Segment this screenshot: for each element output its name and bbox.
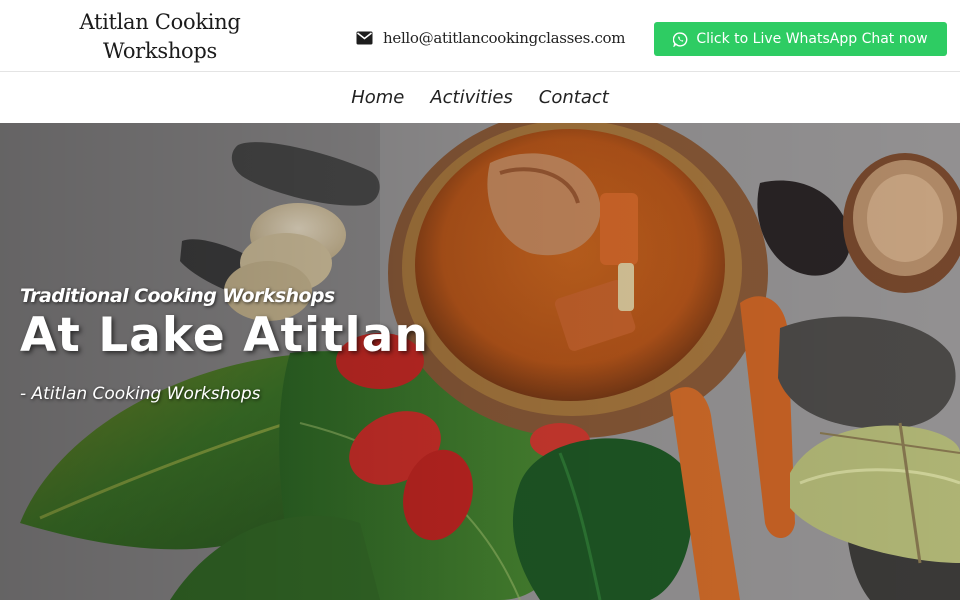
site-logo[interactable]: Atitlan Cooking Workshops (60, 8, 260, 66)
nav-item-contact[interactable]: Contact (539, 87, 609, 108)
hero-subtitle: Traditional Cooking Workshops (20, 285, 335, 307)
nav-item-home[interactable]: Home (351, 87, 404, 108)
logo-line-2: Workshops (102, 39, 218, 63)
whatsapp-button-label: Click to Live WhatsApp Chat now (696, 31, 928, 47)
whatsapp-chat-button[interactable]: Click to Live WhatsApp Chat now (654, 22, 947, 56)
hero-banner: Traditional Cooking Workshops At Lake At… (0, 123, 960, 600)
email-address: hello@atitlancookingclasses.com (383, 29, 626, 47)
envelope-icon (356, 31, 373, 45)
email-link[interactable]: hello@atitlancookingclasses.com (356, 26, 626, 50)
nav-item-activities[interactable]: Activities (430, 87, 512, 108)
hero-title: At Lake Atitlan (20, 308, 429, 363)
site-header: Atitlan Cooking Workshops hello@atitlanc… (0, 0, 960, 72)
logo-line-1: Atitlan Cooking (79, 10, 241, 34)
whatsapp-icon (673, 31, 688, 47)
hero-tagline: - Atitlan Cooking Workshops (20, 384, 261, 404)
main-nav: Home Activities Contact (0, 72, 960, 123)
